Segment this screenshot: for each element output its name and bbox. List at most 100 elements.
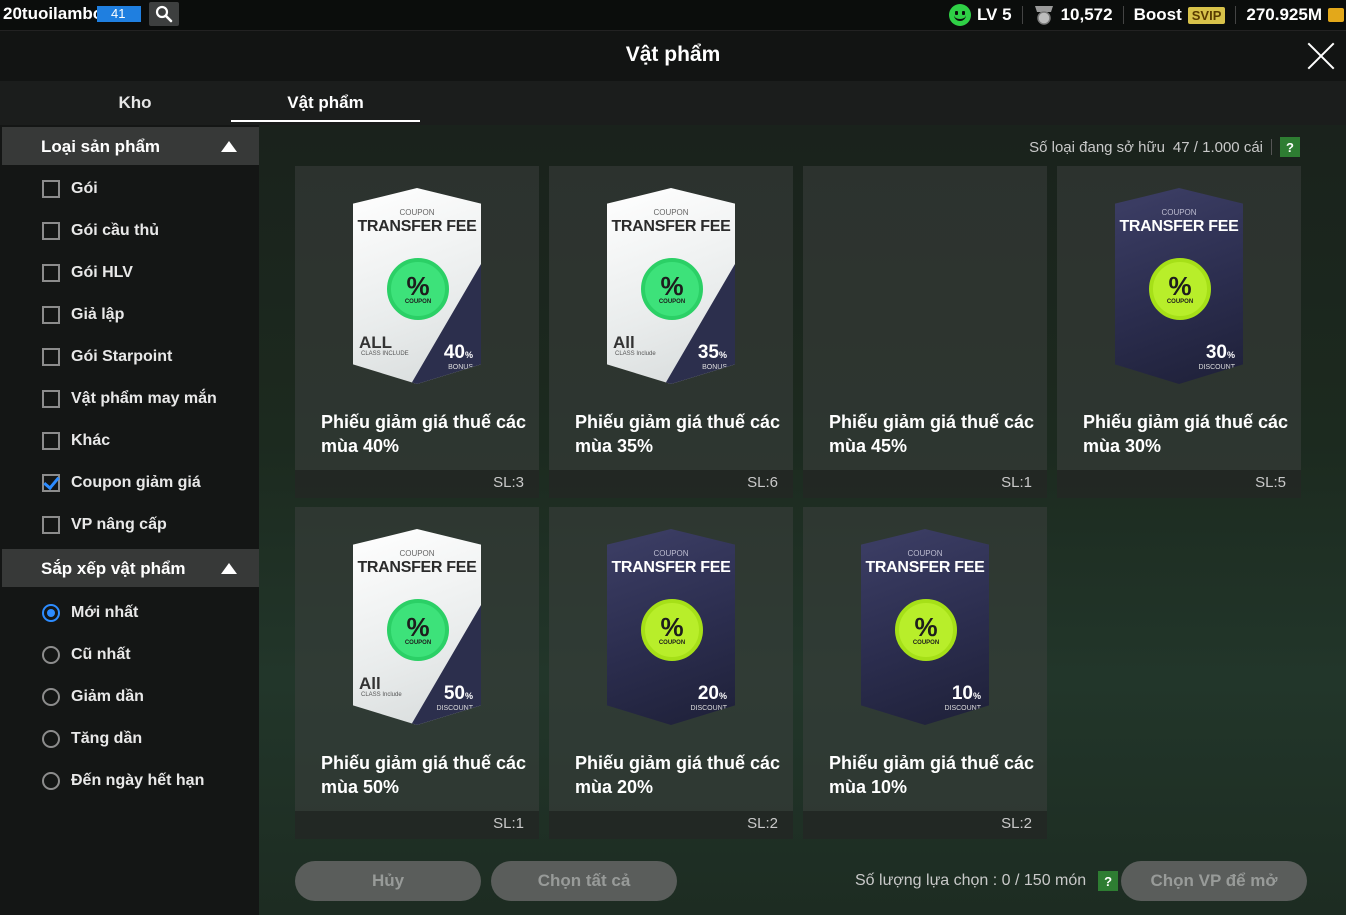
- selection-count: Số lượng lựa chọn : 0 / 150 món ?: [855, 871, 1119, 891]
- checkbox[interactable]: [42, 222, 60, 240]
- sort-option-label: Cũ nhất: [71, 646, 131, 663]
- category-option[interactable]: Giả lập: [42, 303, 124, 327]
- badge-coupon-label: COUPON: [404, 640, 432, 646]
- title-bar: Vật phẩm: [0, 30, 1346, 81]
- radio-button[interactable]: [42, 730, 60, 748]
- ticket-value: 50%: [444, 683, 473, 705]
- level-badge: 41: [97, 6, 141, 22]
- level-text: LV 5: [976, 5, 1012, 24]
- checkbox[interactable]: [42, 390, 60, 408]
- ticket-title: TRANSFER FEE: [357, 218, 477, 235]
- item-name: Phiếu giảm giá thuế các mùa 50%: [321, 753, 527, 797]
- category-option-label: VP nâng cấp: [71, 516, 167, 533]
- ticket-value: 35%: [698, 342, 727, 364]
- select-all-button[interactable]: Chọn tất cả: [491, 861, 677, 901]
- category-option[interactable]: Vật phẩm may mắn: [42, 387, 217, 411]
- item-name: Phiếu giảm giá thuế các mùa 45%: [829, 412, 1035, 456]
- sort-section-header[interactable]: Sắp xếp vật phẩm: [2, 549, 259, 587]
- item-card[interactable]: COUPON TRANSFER FEE% COUPON 30% DISCOUNT Phiế…: [1057, 166, 1301, 498]
- balance-value: 270.925M: [1246, 5, 1322, 24]
- checkbox[interactable]: [42, 348, 60, 366]
- item-card[interactable]: COUPON TRANSFER FEE% COUPON ALL CLASS INCLUD…: [295, 166, 539, 498]
- cancel-button[interactable]: Hủy: [295, 861, 481, 901]
- owned-count: Số loại đang sở hữu 47 / 1.000 cái ?: [1029, 137, 1300, 157]
- category-option[interactable]: Gói: [42, 177, 98, 201]
- tab-kho[interactable]: Kho: [40, 93, 230, 113]
- category-option[interactable]: VP nâng cấp: [42, 513, 167, 537]
- ticket-value-label: DISCOUNT: [436, 705, 473, 712]
- checkbox[interactable]: [42, 516, 60, 534]
- item-name: Phiếu giảm giá thuế các mùa 35%: [575, 412, 781, 456]
- collapse-arrow-icon: [221, 141, 237, 152]
- radio-button[interactable]: [42, 688, 60, 706]
- item-card[interactable]: COUPON TRANSFER FEE% COUPON All CLASS Includ…: [549, 166, 793, 498]
- sort-option[interactable]: Tăng dần: [42, 727, 142, 751]
- ticket-title: TRANSFER FEE: [865, 559, 985, 576]
- percent-badge-icon: % COUPON: [387, 258, 449, 320]
- help-button[interactable]: ?: [1098, 871, 1119, 891]
- checkbox[interactable]: [42, 474, 60, 492]
- sort-option[interactable]: Giảm dần: [42, 685, 144, 709]
- category-option[interactable]: Gói Starpoint: [42, 345, 172, 369]
- sort-section-title: Sắp xếp vật phẩm: [41, 559, 186, 578]
- badge-coupon-label: COUPON: [658, 299, 686, 305]
- checkbox[interactable]: [42, 264, 60, 282]
- filter-sidebar: Loại sản phẩm Gói Gói cầu thủ Gói HLV Giả l…: [0, 125, 259, 915]
- sort-option[interactable]: Mới nhất: [42, 601, 138, 625]
- category-option-label: Gói cầu thủ: [71, 222, 159, 239]
- close-icon[interactable]: [1306, 41, 1336, 71]
- ticket-value: 10%: [952, 683, 981, 705]
- item-name: Phiếu giảm giá thuế các mùa 40%: [321, 412, 527, 456]
- ticket-class: All: [359, 674, 381, 693]
- medal-icon: [1034, 6, 1053, 25]
- checkbox[interactable]: [42, 432, 60, 450]
- checkbox[interactable]: [42, 306, 60, 324]
- item-name: Phiếu giảm giá thuế các mùa 20%: [575, 753, 781, 797]
- category-option[interactable]: Gói cầu thủ: [42, 219, 159, 243]
- divider: [1021, 6, 1023, 24]
- category-option[interactable]: Khác: [42, 429, 110, 453]
- category-option[interactable]: Gói HLV: [42, 261, 133, 285]
- item-name: Phiếu giảm giá thuế các mùa 10%: [829, 753, 1035, 797]
- ticket-value-unit: %: [464, 691, 473, 701]
- item-card[interactable]: COUPON TRANSFER FEE% COUPON 20% DISCOUNT Phiế…: [549, 507, 793, 839]
- sort-option[interactable]: Đến ngày hết hạn: [42, 769, 204, 793]
- item-quantity: SL:6: [747, 474, 778, 491]
- category-option-label: Vật phẩm may mắn: [71, 390, 217, 407]
- category-option-label: Gói Starpoint: [71, 348, 173, 365]
- item-card[interactable]: Phiếu giảm giá thuế các mùa 45% SL:1: [803, 166, 1047, 498]
- sort-option-label: Mới nhất: [71, 604, 139, 621]
- ticket-value-unit: %: [1226, 350, 1235, 360]
- badge-coupon-label: COUPON: [658, 640, 686, 646]
- tab-vat-pham[interactable]: Vật phẩm: [231, 93, 420, 113]
- category-option-label: Khác: [71, 432, 111, 449]
- ticket-value-number: 30: [1205, 342, 1227, 363]
- badge-coupon-label: COUPON: [1166, 299, 1194, 305]
- divider: [1271, 139, 1272, 155]
- item-card[interactable]: COUPON TRANSFER FEE% COUPON 10% DISCOUNT Phiế…: [803, 507, 1047, 839]
- username[interactable]: 20tuoilambo: [3, 4, 103, 24]
- radio-button[interactable]: [42, 646, 60, 664]
- owned-value: 47 / 1.000 cái: [1172, 138, 1263, 156]
- category-option-label: Gói HLV: [71, 264, 133, 281]
- radio-button[interactable]: [42, 772, 60, 790]
- ticket-title: TRANSFER FEE: [1119, 218, 1239, 235]
- sort-option[interactable]: Cũ nhất: [42, 643, 131, 667]
- percent-badge-icon: % COUPON: [641, 599, 703, 661]
- category-option-label: Giả lập: [71, 306, 125, 323]
- ticket-value: 30%: [1206, 342, 1235, 364]
- radio-button[interactable]: [42, 604, 60, 622]
- search-button[interactable]: [149, 2, 179, 26]
- percent-badge-icon: % COUPON: [895, 599, 957, 661]
- percent-badge-icon: % COUPON: [1149, 258, 1211, 320]
- category-section-header[interactable]: Loại sản phẩm: [2, 127, 259, 165]
- item-card[interactable]: COUPON TRANSFER FEE% COUPON All CLASS Includ…: [295, 507, 539, 839]
- ticket-value-number: 35: [697, 342, 719, 363]
- open-item-button[interactable]: Chọn VP để mở: [1121, 861, 1307, 901]
- help-button[interactable]: ?: [1280, 137, 1300, 157]
- coupon-ticket-image: COUPON TRANSFER FEE% COUPON 30% DISCOUNT: [1115, 188, 1243, 384]
- checkbox[interactable]: [42, 180, 60, 198]
- item-quantity: SL:2: [747, 815, 778, 832]
- category-option[interactable]: Coupon giảm giá: [42, 471, 201, 495]
- tab-bar: Kho Vật phẩm: [0, 81, 1346, 125]
